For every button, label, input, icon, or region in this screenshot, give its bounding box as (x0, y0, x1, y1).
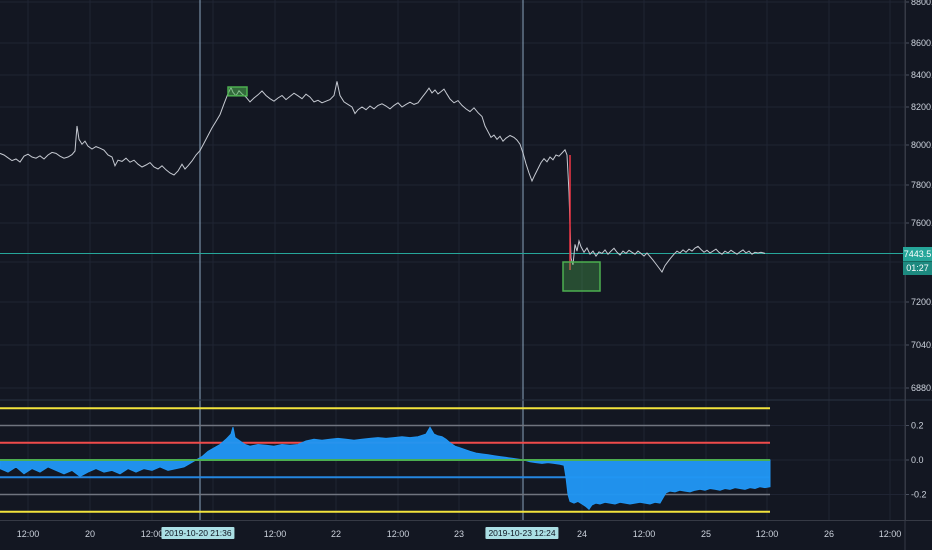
time-axis-label: 12:00 (632, 529, 656, 539)
time-axis-label: 24 (576, 529, 588, 539)
time-axis-label: 12:00 (140, 529, 164, 539)
trade-marker-box[interactable] (562, 261, 601, 292)
time-axis-label: 20 (84, 529, 96, 539)
time-axis-label: 12:00 (386, 529, 410, 539)
time-axis-label: 12:00 (755, 529, 779, 539)
trade-marker-box[interactable] (227, 86, 248, 97)
time-axis-label: 22 (330, 529, 342, 539)
time-axis-label: 12:00 (263, 529, 287, 539)
time-axis-label: 26 (823, 529, 835, 539)
trading-chart-app: 8800.08600.08400.08200.08000.07800.07600… (0, 0, 932, 550)
last-price-value: 7443.5 (903, 248, 932, 259)
bar-countdown-value: 01:27 (906, 262, 929, 273)
price-series-line (0, 81, 766, 273)
time-axis-label: 12:00 (16, 529, 40, 539)
last-price-tag[interactable]: 7443.5 (903, 246, 932, 261)
time-axis[interactable]: 12:00 20 12:00 12:00 22 12:00 23 24 12:00 25 12:00… (0, 520, 932, 550)
time-axis-label: 12:00 (878, 529, 902, 539)
highlighted-timestamp-label: 2019-10-20 21:36 (161, 527, 235, 539)
chart-canvas[interactable]: 8800.08600.08400.08200.08000.07800.07600… (0, 0, 932, 550)
time-axis-label: 25 (700, 529, 712, 539)
highlighted-timestamp-label: 2019-10-23 12:24 (485, 527, 559, 539)
bar-countdown-tag: 01:27 (903, 260, 932, 275)
time-axis-label: 23 (453, 529, 465, 539)
oscillator-area (0, 426, 771, 510)
